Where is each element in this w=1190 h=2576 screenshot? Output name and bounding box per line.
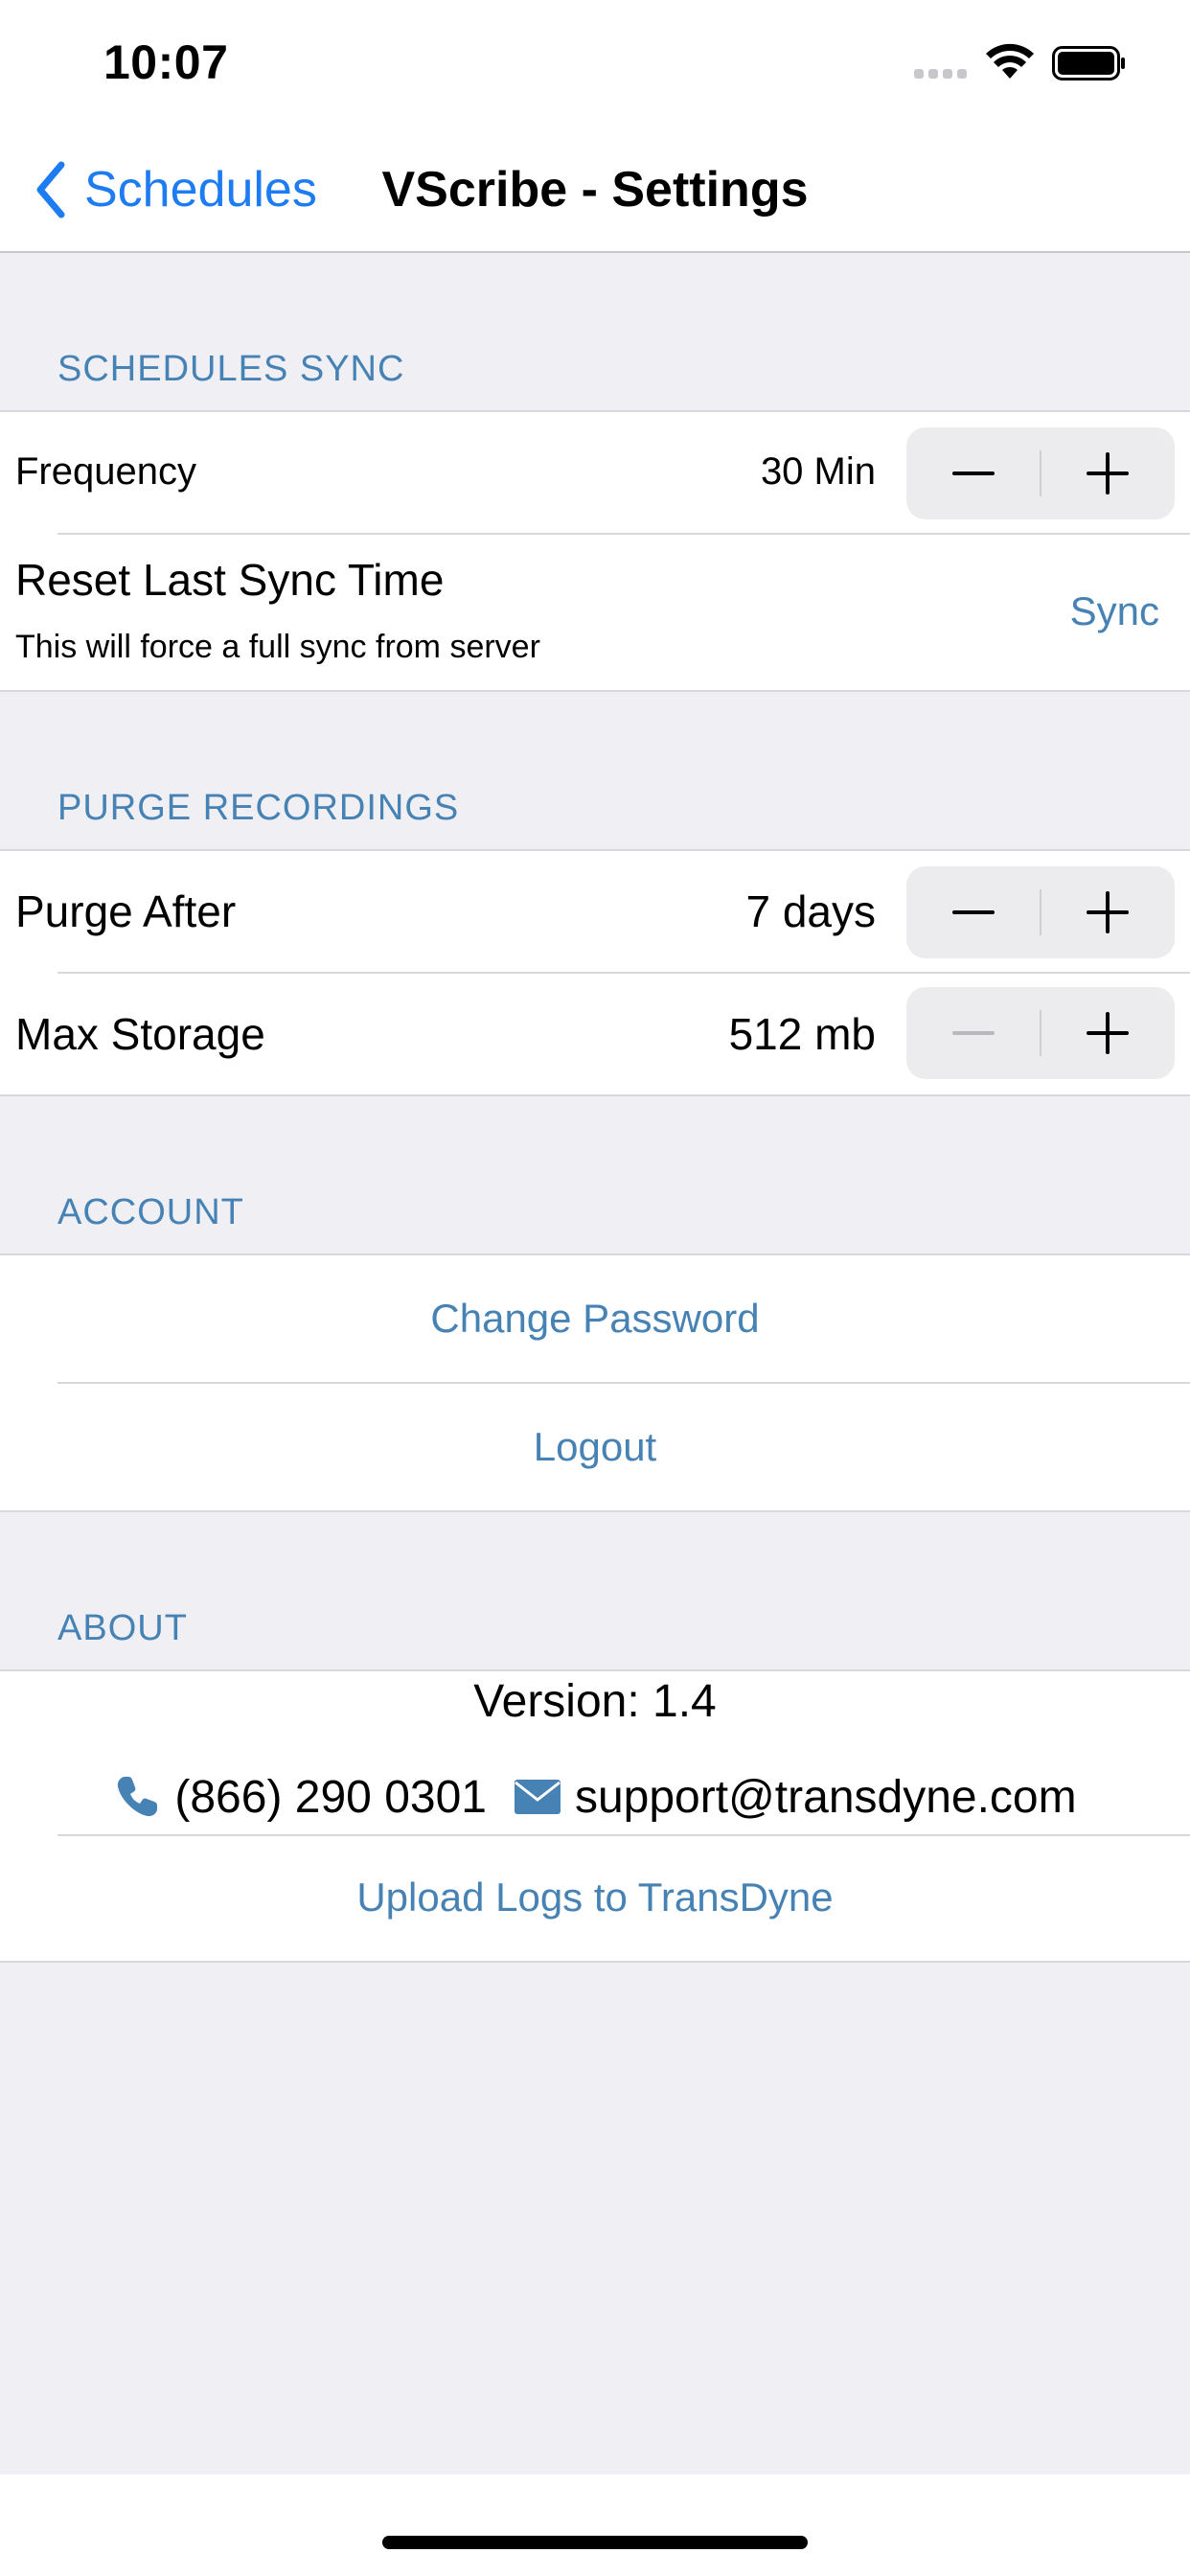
envelope-icon [514,1780,561,1814]
max-storage-row: Max Storage 512 mb [0,974,1190,1094]
minus-icon [952,910,995,914]
purge-after-value: 7 days [745,886,876,936]
frequency-increment-button[interactable] [1041,427,1175,519]
status-bar: 10:07 [0,0,1190,126]
navigation-bar: Schedules VScribe - Settings [0,126,1190,253]
minus-icon [952,1031,995,1035]
frequency-stepper[interactable] [906,427,1175,519]
about-group: Version: 1.4 (866) 290 0301 support@tran… [0,1669,1190,1963]
purge-after-decrement-button[interactable] [906,866,1041,958]
section-header-about: ABOUT [57,1608,188,1648]
frequency-label: Frequency [15,450,196,493]
max-storage-label: Max Storage [15,1009,265,1059]
section-header-account: ACCOUNT [57,1192,244,1232]
section-header-purge-recordings: PURGE RECORDINGS [57,788,460,828]
max-storage-increment-button[interactable] [1041,987,1175,1079]
change-password-button[interactable]: Change Password [0,1296,1190,1342]
schedules-sync-group: Frequency 30 Min Reset Last Sync Time Th… [0,410,1190,692]
page-title: VScribe - Settings [381,162,809,218]
purge-after-row: Purge After 7 days [0,851,1190,972]
battery-icon [1052,46,1125,80]
section-header-schedules-sync: SCHEDULES SYNC [57,349,405,389]
max-storage-value: 512 mb [728,1009,876,1059]
account-group: Change Password Logout [0,1254,1190,1512]
home-indicator-area [0,2474,1190,2576]
support-email[interactable]: support@transdyne.com [575,1771,1077,1824]
reset-sync-subtitle: This will force a full sync from server [15,629,540,665]
signal-dots-icon [914,69,967,79]
contact-line: (866) 290 0301 support@transdyne.com [0,1761,1190,1832]
home-indicator[interactable] [382,2536,808,2549]
phone-icon [118,1777,158,1817]
phone-number[interactable]: (866) 290 0301 [174,1771,487,1824]
minus-icon [952,472,995,475]
change-password-row[interactable]: Change Password [0,1255,1190,1382]
sync-button[interactable]: Sync [1070,588,1159,634]
status-time: 10:07 [103,35,229,89]
purge-recordings-group: Purge After 7 days Max Storage 512 mb [0,849,1190,1096]
purge-after-label: Purge After [15,886,237,936]
purge-after-stepper[interactable] [906,866,1175,958]
logout-button[interactable]: Logout [0,1424,1190,1470]
reset-sync-title: Reset Last Sync Time [15,555,445,605]
frequency-row: Frequency 30 Min [0,412,1190,533]
purge-after-increment-button[interactable] [1041,866,1175,958]
reset-sync-row: Reset Last Sync Time This will force a f… [0,535,1190,692]
max-storage-decrement-button[interactable] [906,987,1041,1079]
version-text: Version: 1.4 [473,1676,717,1727]
wifi-icon [986,43,1034,79]
frequency-decrement-button[interactable] [906,427,1041,519]
frequency-value: 30 Min [760,450,876,493]
upload-logs-row[interactable]: Upload Logs to TransDyne [0,1836,1190,1963]
upload-logs-button[interactable]: Upload Logs to TransDyne [0,1874,1190,1920]
max-storage-stepper[interactable] [906,987,1175,1079]
logout-row[interactable]: Logout [0,1384,1190,1510]
